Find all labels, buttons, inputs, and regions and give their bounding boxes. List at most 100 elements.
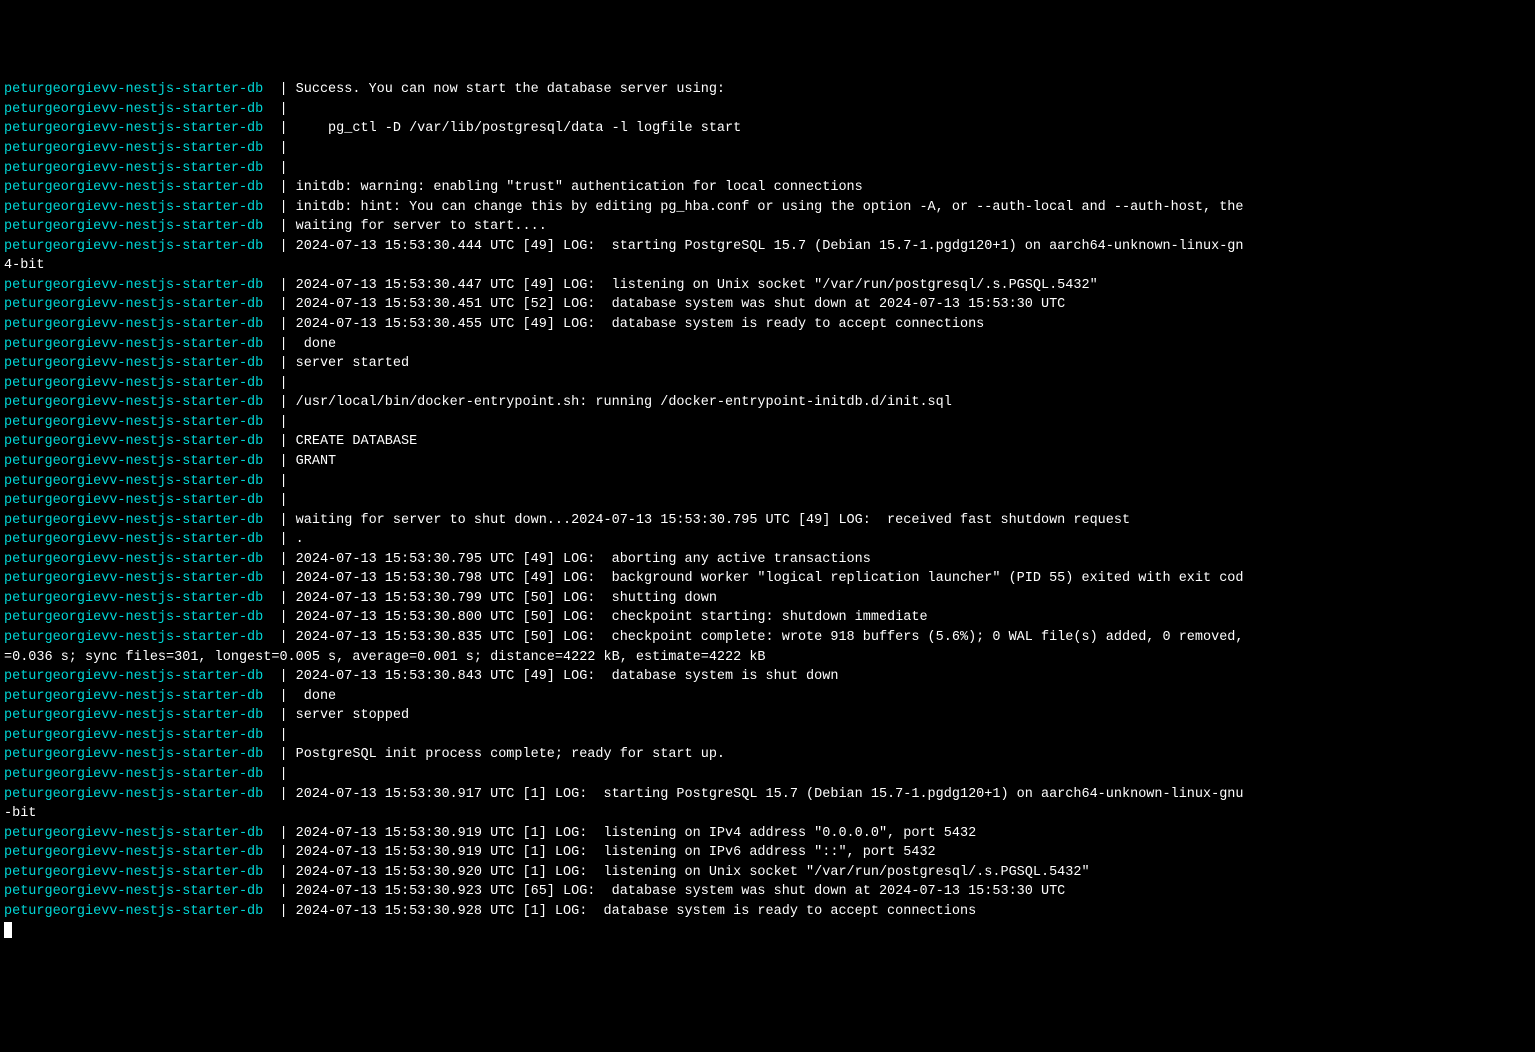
log-message: . bbox=[296, 532, 304, 547]
container-name: peturgeorgievv-nestjs-starter-db bbox=[4, 747, 263, 762]
container-name: peturgeorgievv-nestjs-starter-db bbox=[4, 141, 263, 156]
log-message: done bbox=[296, 337, 337, 352]
log-separator: | bbox=[263, 845, 295, 860]
log-line: peturgeorgievv-nestjs-starter-db | serve… bbox=[4, 706, 1531, 726]
log-separator: | bbox=[263, 826, 295, 841]
log-message: 2024-07-13 15:53:30.447 UTC [49] LOG: li… bbox=[296, 278, 1098, 293]
terminal-cursor bbox=[4, 922, 12, 938]
container-name: peturgeorgievv-nestjs-starter-db bbox=[4, 513, 263, 528]
log-line: peturgeorgievv-nestjs-starter-db | bbox=[4, 765, 1531, 785]
container-name: peturgeorgievv-nestjs-starter-db bbox=[4, 161, 263, 176]
log-message: 2024-07-13 15:53:30.919 UTC [1] LOG: lis… bbox=[296, 826, 977, 841]
log-message: pg_ctl -D /var/lib/postgresql/data -l lo… bbox=[296, 121, 742, 136]
container-name: peturgeorgievv-nestjs-starter-db bbox=[4, 884, 263, 899]
container-name: peturgeorgievv-nestjs-starter-db bbox=[4, 454, 263, 469]
log-line: =0.036 s; sync files=301, longest=0.005 … bbox=[4, 648, 1531, 668]
log-message: waiting for server to shut down...2024-0… bbox=[296, 513, 1130, 528]
log-line: peturgeorgievv-nestjs-starter-db | bbox=[4, 726, 1531, 746]
log-line: peturgeorgievv-nestjs-starter-db | 2024-… bbox=[4, 902, 1531, 922]
container-name: peturgeorgievv-nestjs-starter-db bbox=[4, 474, 263, 489]
log-line: peturgeorgievv-nestjs-starter-db | Succe… bbox=[4, 80, 1531, 100]
container-name: peturgeorgievv-nestjs-starter-db bbox=[4, 356, 263, 371]
log-message: 2024-07-13 15:53:30.800 UTC [50] LOG: ch… bbox=[296, 610, 928, 625]
container-name: peturgeorgievv-nestjs-starter-db bbox=[4, 845, 263, 860]
log-message: 2024-07-13 15:53:30.923 UTC [65] LOG: da… bbox=[296, 884, 1066, 899]
log-separator: | bbox=[263, 141, 295, 156]
container-name: peturgeorgievv-nestjs-starter-db bbox=[4, 180, 263, 195]
log-line: peturgeorgievv-nestjs-starter-db | done bbox=[4, 335, 1531, 355]
log-message: 2024-07-13 15:53:30.444 UTC [49] LOG: st… bbox=[296, 239, 1244, 254]
log-message: -bit bbox=[4, 806, 36, 821]
log-line: 4-bit bbox=[4, 256, 1531, 276]
log-separator: | bbox=[263, 904, 295, 919]
log-message: 2024-07-13 15:53:30.919 UTC [1] LOG: lis… bbox=[296, 845, 936, 860]
log-line: peturgeorgievv-nestjs-starter-db | 2024-… bbox=[4, 315, 1531, 335]
log-message: 4-bit bbox=[4, 258, 45, 273]
container-name: peturgeorgievv-nestjs-starter-db bbox=[4, 532, 263, 547]
log-separator: | bbox=[263, 708, 295, 723]
log-message: 2024-07-13 15:53:30.798 UTC [49] LOG: ba… bbox=[296, 571, 1244, 586]
log-message: GRANT bbox=[296, 454, 337, 469]
log-separator: | bbox=[263, 317, 295, 332]
terminal-output[interactable]: peturgeorgievv-nestjs-starter-db | Succe… bbox=[4, 80, 1531, 941]
log-line: peturgeorgievv-nestjs-starter-db | /usr/… bbox=[4, 393, 1531, 413]
log-line: peturgeorgievv-nestjs-starter-db | GRANT bbox=[4, 452, 1531, 472]
log-line: peturgeorgievv-nestjs-starter-db | pg_ct… bbox=[4, 119, 1531, 139]
log-separator: | bbox=[263, 532, 295, 547]
log-separator: | bbox=[263, 219, 295, 234]
log-line: -bit bbox=[4, 804, 1531, 824]
log-separator: | bbox=[263, 434, 295, 449]
log-separator: | bbox=[263, 395, 295, 410]
cursor-line bbox=[4, 921, 1531, 941]
log-separator: | bbox=[263, 415, 295, 430]
log-message: CREATE DATABASE bbox=[296, 434, 418, 449]
container-name: peturgeorgievv-nestjs-starter-db bbox=[4, 552, 263, 567]
log-line: peturgeorgievv-nestjs-starter-db | 2024-… bbox=[4, 785, 1531, 805]
container-name: peturgeorgievv-nestjs-starter-db bbox=[4, 493, 263, 508]
log-message: 2024-07-13 15:53:30.799 UTC [50] LOG: sh… bbox=[296, 591, 717, 606]
log-message: 2024-07-13 15:53:30.451 UTC [52] LOG: da… bbox=[296, 297, 1066, 312]
log-separator: | bbox=[263, 591, 295, 606]
container-name: peturgeorgievv-nestjs-starter-db bbox=[4, 865, 263, 880]
log-line: peturgeorgievv-nestjs-starter-db | 2024-… bbox=[4, 882, 1531, 902]
log-line: peturgeorgievv-nestjs-starter-db | serve… bbox=[4, 354, 1531, 374]
log-separator: | bbox=[263, 493, 295, 508]
container-name: peturgeorgievv-nestjs-starter-db bbox=[4, 728, 263, 743]
log-message: 2024-07-13 15:53:30.928 UTC [1] LOG: dat… bbox=[296, 904, 977, 919]
container-name: peturgeorgievv-nestjs-starter-db bbox=[4, 337, 263, 352]
log-separator: | bbox=[263, 865, 295, 880]
log-message: 2024-07-13 15:53:30.795 UTC [49] LOG: ab… bbox=[296, 552, 871, 567]
log-line: peturgeorgievv-nestjs-starter-db | bbox=[4, 159, 1531, 179]
log-message: done bbox=[296, 689, 337, 704]
log-message: server started bbox=[296, 356, 409, 371]
container-name: peturgeorgievv-nestjs-starter-db bbox=[4, 434, 263, 449]
log-separator: | bbox=[263, 728, 295, 743]
log-separator: | bbox=[263, 239, 295, 254]
log-line: peturgeorgievv-nestjs-starter-db | waiti… bbox=[4, 511, 1531, 531]
container-name: peturgeorgievv-nestjs-starter-db bbox=[4, 278, 263, 293]
container-name: peturgeorgievv-nestjs-starter-db bbox=[4, 767, 263, 782]
container-name: peturgeorgievv-nestjs-starter-db bbox=[4, 630, 263, 645]
log-line: peturgeorgievv-nestjs-starter-db | 2024-… bbox=[4, 628, 1531, 648]
log-line: peturgeorgievv-nestjs-starter-db | 2024-… bbox=[4, 569, 1531, 589]
log-line: peturgeorgievv-nestjs-starter-db | 2024-… bbox=[4, 824, 1531, 844]
log-separator: | bbox=[263, 200, 295, 215]
log-separator: | bbox=[263, 161, 295, 176]
log-line: peturgeorgievv-nestjs-starter-db | 2024-… bbox=[4, 667, 1531, 687]
container-name: peturgeorgievv-nestjs-starter-db bbox=[4, 102, 263, 117]
log-line: peturgeorgievv-nestjs-starter-db | Postg… bbox=[4, 745, 1531, 765]
log-line: peturgeorgievv-nestjs-starter-db | bbox=[4, 139, 1531, 159]
log-separator: | bbox=[263, 610, 295, 625]
log-message: PostgreSQL init process complete; ready … bbox=[296, 747, 725, 762]
container-name: peturgeorgievv-nestjs-starter-db bbox=[4, 787, 263, 802]
log-separator: | bbox=[263, 513, 295, 528]
container-name: peturgeorgievv-nestjs-starter-db bbox=[4, 904, 263, 919]
container-name: peturgeorgievv-nestjs-starter-db bbox=[4, 415, 263, 430]
log-separator: | bbox=[263, 121, 295, 136]
log-separator: | bbox=[263, 552, 295, 567]
log-message: =0.036 s; sync files=301, longest=0.005 … bbox=[4, 650, 766, 665]
log-line: peturgeorgievv-nestjs-starter-db | bbox=[4, 100, 1531, 120]
container-name: peturgeorgievv-nestjs-starter-db bbox=[4, 610, 263, 625]
log-separator: | bbox=[263, 278, 295, 293]
log-line: peturgeorgievv-nestjs-starter-db | 2024-… bbox=[4, 843, 1531, 863]
